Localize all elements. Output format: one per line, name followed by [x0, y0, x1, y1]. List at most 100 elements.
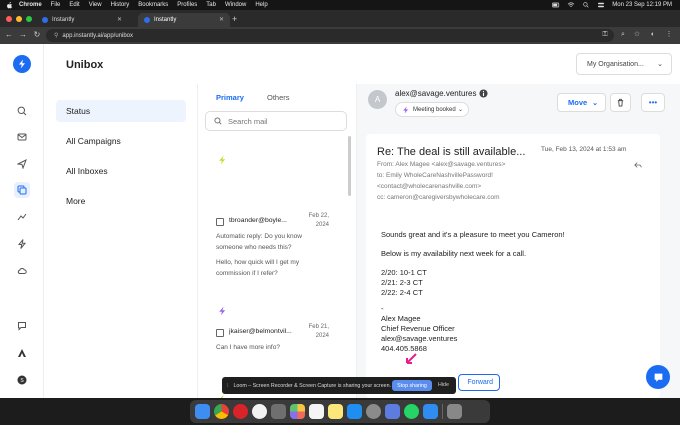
launchpad-icon[interactable] — [271, 404, 286, 419]
system-settings-icon[interactable] — [366, 404, 381, 419]
address-bar[interactable]: ⚲ app.instantly.ai/app/unibox — [46, 29, 614, 42]
menu-profiles[interactable]: Profiles — [177, 2, 197, 8]
minimize-window-button[interactable] — [16, 16, 22, 22]
menu-bookmarks[interactable]: Bookmarks — [138, 2, 168, 8]
avatar: A — [368, 90, 387, 109]
hide-button[interactable]: Hide — [438, 380, 449, 391]
mail-nav-icon[interactable] — [14, 129, 30, 145]
chat-support-button[interactable] — [646, 365, 670, 389]
menu-tab[interactable]: Tab — [206, 2, 216, 8]
menu-history[interactable]: History — [111, 2, 130, 8]
organisation-selector[interactable]: My Organisation... ⌄ — [576, 53, 672, 75]
trash-icon[interactable] — [447, 404, 462, 419]
instantly-logo-icon[interactable] — [13, 55, 31, 73]
more-options-button[interactable]: ••• — [641, 93, 665, 112]
browser-tab-2[interactable]: Instantly ✕ — [138, 13, 230, 27]
preview-line: Hello, how quick will I get my — [216, 259, 300, 266]
battery-icon[interactable] — [552, 2, 560, 8]
filter-more[interactable]: More — [56, 190, 186, 212]
control-center-icon[interactable] — [597, 2, 605, 8]
back-arrow-icon[interactable]: ← — [4, 30, 14, 40]
menu-view[interactable]: View — [89, 2, 102, 8]
academy-nav-icon[interactable] — [14, 345, 30, 361]
search-input[interactable] — [228, 116, 338, 126]
forward-button[interactable]: Forward — [458, 374, 500, 391]
search-icon[interactable] — [582, 2, 590, 8]
email-body-line: 2/22: 2-4 CT — [381, 288, 423, 297]
signature-phone: 404.405.5868 — [381, 344, 427, 353]
close-tab-icon[interactable]: ✕ — [219, 16, 224, 23]
sender-address[interactable]: alex@savage.ventures — [395, 89, 477, 98]
clock-app-icon[interactable] — [252, 404, 267, 419]
info-icon[interactable] — [479, 89, 488, 98]
email-from-line: From: Alex Magee <alex@savage.ventures> — [377, 161, 506, 168]
email-to-address: <contact@wholecarenashville.com> — [377, 183, 482, 190]
reminders-icon[interactable] — [309, 404, 324, 419]
feedback-nav-icon[interactable] — [14, 318, 30, 334]
email-timestamp: Tue, Feb 13, 2024 at 1:53 am — [541, 146, 627, 153]
search-nav-icon[interactable] — [14, 103, 30, 119]
bookmark-star-icon[interactable]: ☆ — [632, 30, 642, 40]
list-scrollbar[interactable] — [348, 136, 351, 196]
chrome-icon[interactable] — [214, 404, 229, 419]
finder-icon[interactable] — [195, 404, 210, 419]
menu-chrome[interactable]: Chrome — [19, 2, 42, 8]
key-icon[interactable]: ⚿ — [600, 30, 610, 40]
unibox-nav-icon[interactable] — [14, 182, 30, 198]
preview-app-icon[interactable] — [385, 404, 400, 419]
bolt-nav-icon[interactable] — [14, 236, 30, 252]
menu-edit[interactable]: Edit — [69, 2, 79, 8]
email-detail-panel: A alex@savage.ventures Meeting booked ⌄ … — [357, 84, 680, 398]
email-checkbox[interactable] — [216, 218, 224, 226]
new-tab-icon[interactable]: + — [232, 14, 237, 24]
more-dots-icon: ••• — [648, 98, 658, 107]
profile-icon[interactable]: ◐ — [648, 30, 658, 40]
apple-icon[interactable] — [6, 1, 13, 9]
user-avatar-icon[interactable]: S — [14, 372, 30, 388]
delete-button[interactable] — [610, 93, 631, 112]
close-window-button[interactable] — [6, 16, 12, 22]
zoom-icon[interactable]: ⌕ — [618, 30, 628, 40]
browser-menu-icon[interactable]: ⋮ — [664, 30, 674, 40]
dock-divider — [442, 404, 443, 419]
tab-others[interactable]: Others — [267, 93, 290, 102]
reply-arrow-icon[interactable] — [634, 161, 642, 169]
mac-dock — [190, 400, 490, 423]
cloud-nav-icon[interactable] — [14, 263, 30, 279]
menu-help[interactable]: Help — [255, 2, 267, 8]
search-box[interactable] — [205, 111, 347, 131]
photos-icon[interactable] — [290, 404, 305, 419]
send-nav-icon[interactable] — [14, 156, 30, 172]
drag-handle-icon[interactable]: ⁞ — [227, 383, 228, 389]
filter-all-campaigns[interactable]: All Campaigns — [56, 130, 186, 152]
whatsapp-icon[interactable] — [404, 404, 419, 419]
zoom-window-button[interactable] — [26, 16, 32, 22]
preview-line: commission if I refer? — [216, 270, 278, 277]
move-button[interactable]: Move ⌄ — [557, 93, 606, 112]
filter-status[interactable]: Status — [56, 100, 186, 122]
forward-arrow-icon[interactable]: → — [18, 30, 28, 40]
menubar-clock[interactable]: Mon 23 Sep 12:19 PM — [612, 2, 672, 8]
notes-icon[interactable] — [328, 404, 343, 419]
site-info-icon[interactable]: ⚲ — [54, 32, 58, 39]
chevron-down-icon: ⌄ — [592, 99, 599, 107]
tab-primary[interactable]: Primary — [216, 93, 244, 102]
mail-app-icon[interactable] — [423, 404, 438, 419]
stop-sharing-button[interactable]: Stop sharing — [392, 380, 432, 391]
filter-all-inboxes[interactable]: All Inboxes — [56, 160, 186, 182]
close-tab-icon[interactable]: ✕ — [117, 16, 122, 23]
reload-icon[interactable]: ↻ — [32, 30, 42, 40]
menu-window[interactable]: Window — [225, 2, 246, 8]
email-checkbox[interactable] — [216, 329, 224, 337]
signature-separator: - — [381, 304, 384, 313]
email-sender: tbroander@boyle... — [229, 217, 287, 224]
opera-icon[interactable] — [233, 404, 248, 419]
browser-tab-1[interactable]: Instantly ✕ — [36, 13, 128, 27]
status-badge[interactable]: Meeting booked ⌄ — [395, 102, 469, 117]
instantly-app: S Unibox My Organisation... ⌄ Status All… — [0, 44, 680, 404]
menu-file[interactable]: File — [51, 2, 61, 8]
trash-icon — [617, 98, 624, 107]
analytics-nav-icon[interactable] — [14, 209, 30, 225]
app-store-icon[interactable] — [347, 404, 362, 419]
wifi-icon[interactable] — [567, 2, 575, 8]
